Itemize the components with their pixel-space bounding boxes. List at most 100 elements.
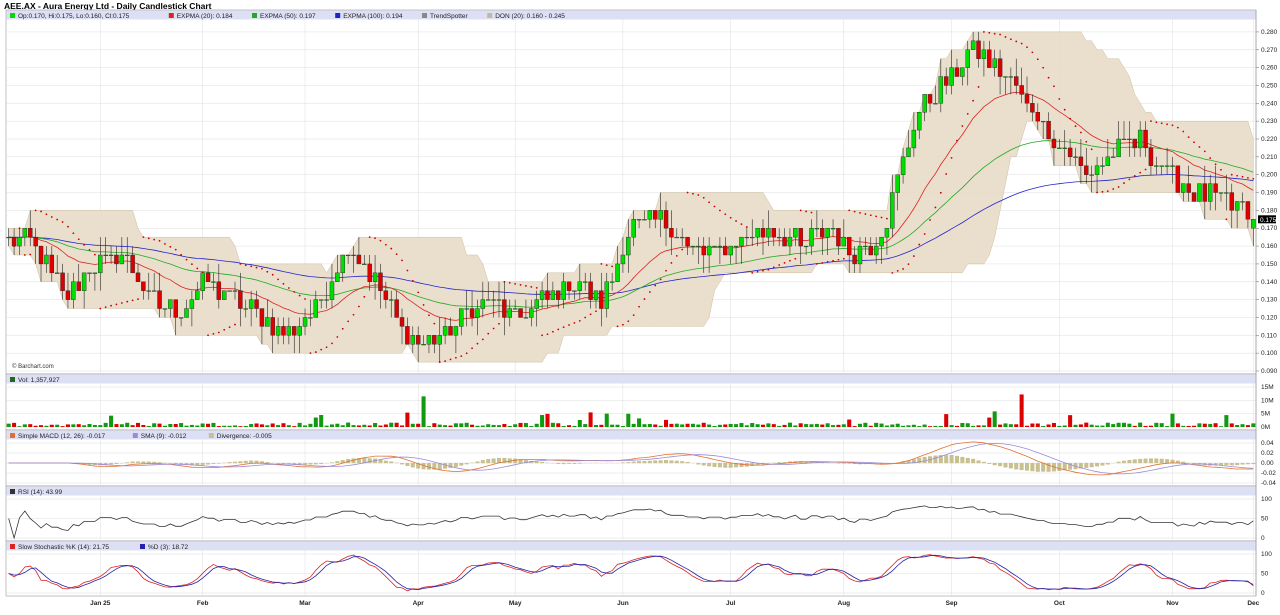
sar-dot: [50, 216, 53, 218]
volume-bar: [690, 423, 695, 427]
macd-histogram-bar: [1165, 459, 1170, 464]
volume-bar: [87, 423, 92, 427]
volume-bar: [1192, 425, 1197, 427]
candle-body: [426, 335, 432, 345]
sar-dot: [1026, 46, 1028, 49]
sar-dot: [578, 320, 581, 322]
volume-bar: [383, 424, 388, 427]
macd-histogram-bar: [130, 461, 135, 464]
sar-dot: [271, 273, 274, 276]
macd-histogram-bar: [1008, 463, 1013, 469]
candle-body: [71, 281, 76, 300]
volume-bar: [847, 419, 852, 427]
sar-dot: [341, 327, 344, 330]
sar-dot: [810, 211, 813, 214]
macd-histogram-bar: [922, 456, 927, 464]
sar-dot: [912, 255, 915, 257]
candle-body: [200, 272, 205, 291]
volume-bar: [480, 425, 485, 427]
volume-bar: [394, 422, 399, 427]
volume-bar: [470, 424, 475, 427]
candle-body: [615, 263, 620, 282]
sar-dot: [869, 214, 872, 217]
sar-dot: [1036, 58, 1039, 61]
candle-body: [690, 245, 696, 248]
macd-histogram-bar: [777, 462, 782, 464]
volume-bar: [1159, 423, 1164, 427]
volume-bar: [938, 425, 943, 427]
macd-histogram-bar: [475, 461, 480, 464]
volume-bar: [292, 426, 297, 427]
x-tick-label: Feb: [197, 600, 209, 607]
candle-body: [873, 245, 879, 256]
macd-histogram-bar: [847, 463, 852, 464]
candle-body: [367, 263, 372, 282]
sar-dot: [358, 305, 360, 308]
sar-dot: [449, 358, 452, 361]
y-tick-label: 0.210: [1261, 154, 1278, 161]
volume-tick-label: 10M: [1261, 397, 1274, 404]
volume-bar: [421, 396, 426, 427]
sar-dot: [584, 316, 587, 319]
macd-histogram-bar: [998, 463, 1003, 467]
volume-bar: [874, 422, 879, 427]
candle-body: [17, 236, 22, 247]
macd-histogram-bar: [567, 463, 572, 464]
volume-bar: [410, 423, 415, 427]
volume-bar: [744, 425, 749, 427]
sar-dot: [428, 314, 430, 317]
candle-body: [1040, 120, 1046, 123]
macd-histogram-bar: [976, 460, 981, 464]
sar-dot: [244, 264, 247, 267]
volume-bar: [583, 424, 588, 427]
candle-body: [146, 290, 152, 292]
y-tick-label: 0.160: [1261, 243, 1278, 250]
volume-bar: [28, 424, 33, 427]
macd-histogram-bar: [1138, 458, 1143, 464]
sar-dot: [368, 236, 371, 239]
volume-bar: [664, 419, 669, 427]
volume-bar: [49, 424, 54, 427]
candle-body: [151, 290, 157, 292]
macd-histogram-bar: [443, 463, 448, 469]
candle-body: [1084, 165, 1089, 175]
candle-body: [523, 317, 529, 319]
volume-bar: [1235, 424, 1240, 427]
candle-body: [933, 103, 938, 105]
price-legend-swatch: [252, 13, 257, 18]
sar-dot: [977, 86, 980, 88]
sar-dot: [1117, 186, 1120, 188]
macd-tick-label: 0.00: [1261, 460, 1274, 467]
y-tick-label: 0.170: [1261, 225, 1278, 232]
candle-body: [114, 254, 119, 265]
volume-bar: [496, 425, 502, 427]
candle-body: [469, 308, 475, 318]
sar-dot: [277, 278, 279, 281]
macd-histogram-bar: [1035, 463, 1040, 472]
candle-body: [787, 236, 793, 247]
volume-bar: [1165, 426, 1170, 427]
y-tick-label: 0.120: [1261, 314, 1278, 321]
sar-dot: [632, 314, 635, 317]
macd-histogram-bar: [109, 463, 114, 465]
sar-dot: [530, 286, 533, 288]
sar-dot: [331, 342, 333, 345]
macd-histogram-bar: [399, 463, 405, 465]
candle-body: [195, 290, 200, 300]
candle-body: [92, 272, 98, 274]
sar-dot: [266, 270, 269, 273]
volume-bar: [141, 425, 146, 427]
sar-dot: [23, 254, 26, 256]
macd-histogram-bar: [135, 461, 141, 464]
y-tick-label: 0.280: [1261, 29, 1278, 36]
sar-dot: [848, 209, 851, 212]
volume-bar: [674, 423, 679, 427]
volume-bar: [906, 425, 911, 427]
macd-histogram-bar: [168, 463, 173, 464]
candle-body: [857, 245, 863, 265]
volume-bar: [793, 425, 798, 427]
candle-body: [663, 210, 669, 229]
x-tick-label: Jul: [726, 600, 736, 607]
volume-bar: [717, 424, 722, 427]
rsi-legend-swatch: [10, 489, 15, 494]
